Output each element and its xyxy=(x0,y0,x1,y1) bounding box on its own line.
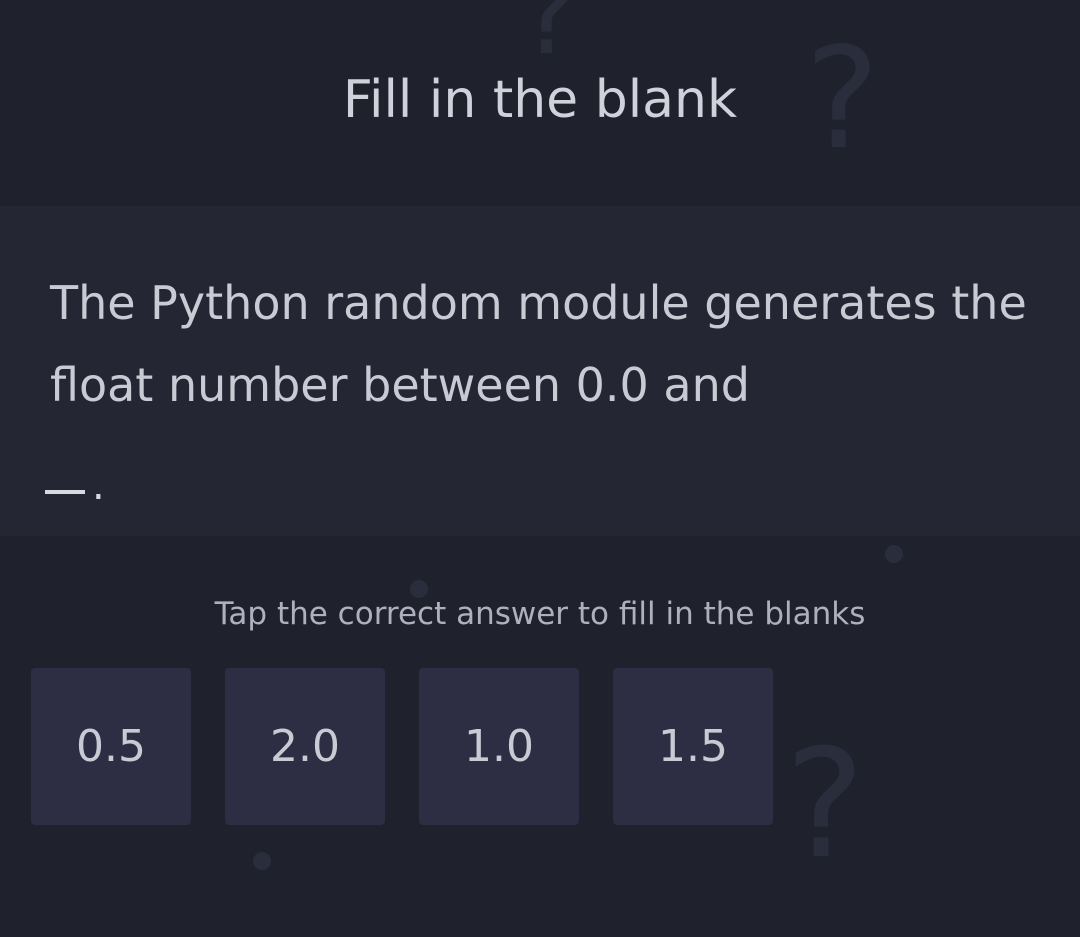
question-text: The Python random module generates the f… xyxy=(50,276,1027,412)
question-panel: The Python random module generates the f… xyxy=(0,206,1080,536)
answer-blank xyxy=(45,490,85,494)
answer-option-1-0[interactable]: 1.0 xyxy=(419,668,579,825)
background-dot-icon xyxy=(253,852,271,870)
answer-option-1-5[interactable]: 1.5 xyxy=(613,668,773,825)
instruction-text: Tap the correct answer to fill in the bl… xyxy=(214,596,866,632)
background-question-mark-icon: ? xyxy=(520,0,579,79)
answer-option-0-5[interactable]: 0.5 xyxy=(31,668,191,825)
answer-option-2-0[interactable]: 2.0 xyxy=(225,668,385,825)
blank-period: . xyxy=(92,463,105,509)
background-dot-icon xyxy=(885,545,903,563)
page-title: Fill in the blank xyxy=(342,70,738,130)
background-question-mark-icon: ? xyxy=(785,718,865,892)
